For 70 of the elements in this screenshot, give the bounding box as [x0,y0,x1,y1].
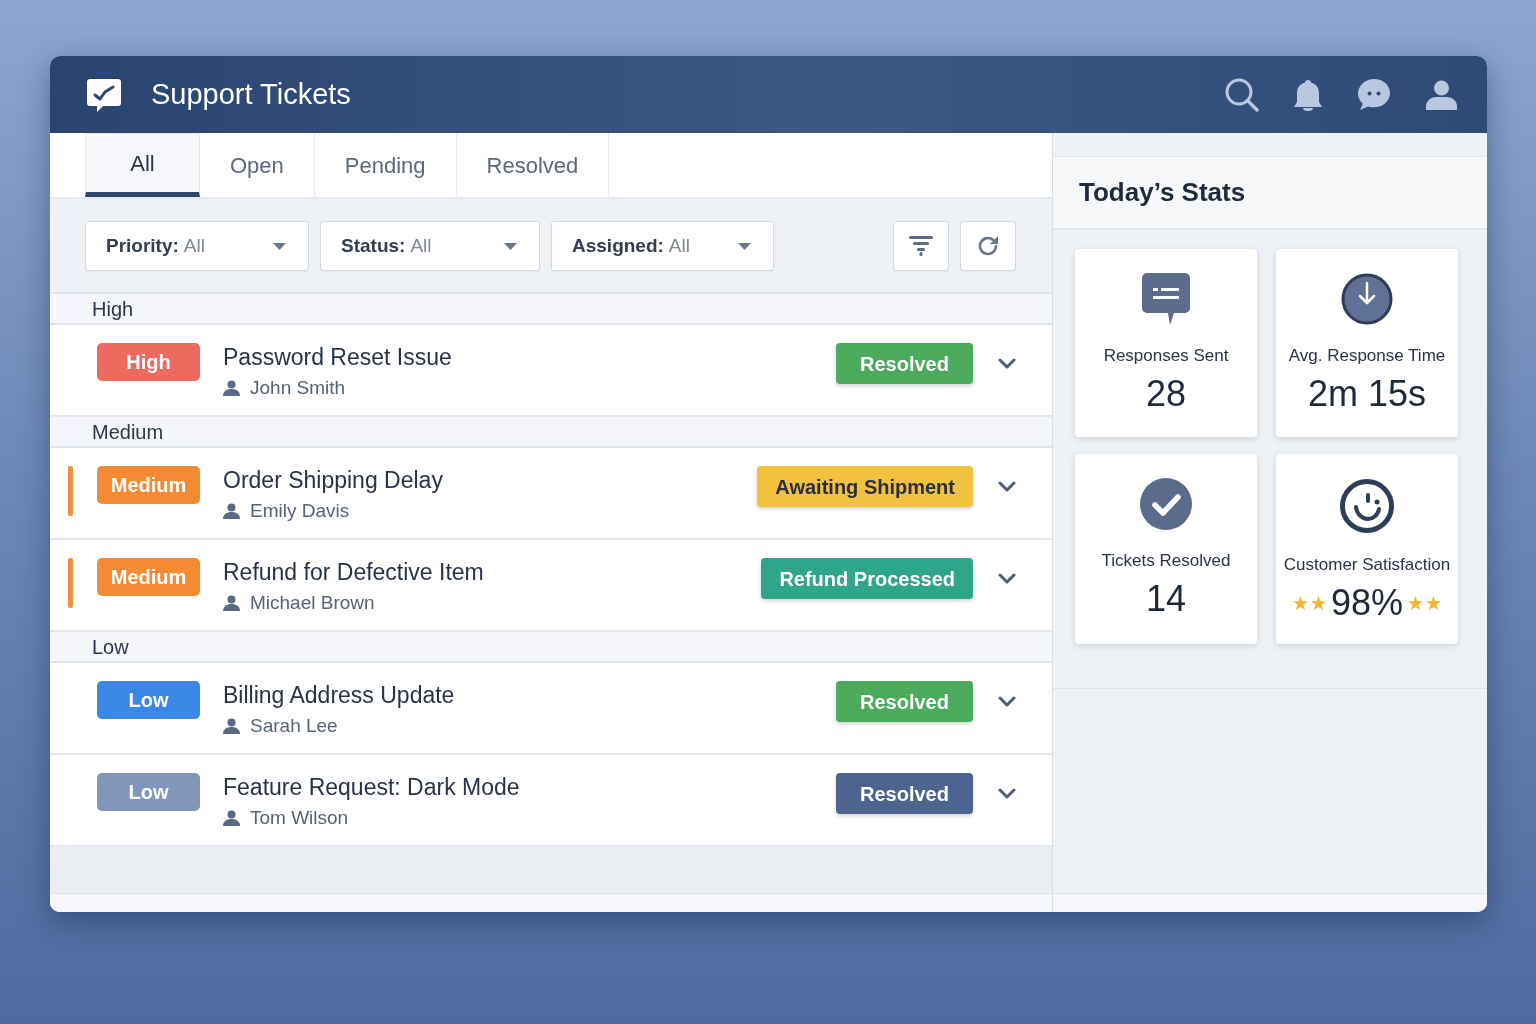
stat-value: 98% [1330,582,1404,624]
chevron-down-icon [998,696,1016,707]
stat-label: Responses Sent [1103,345,1229,367]
caret-down-icon [738,242,751,250]
user-icon[interactable] [1426,79,1457,110]
priority-tag: Low [97,773,200,811]
assignee-name: Michael Brown [250,591,375,614]
tab[interactable]: All [85,133,200,197]
star-icon [1292,596,1308,610]
group-label: High [92,297,134,321]
stats-title: Today’s Stats [1079,176,1246,209]
app-title: Support Tickets [151,76,351,112]
star-icon [1310,596,1326,610]
stat-value: 2m 15s [1307,373,1427,415]
chevron-down-icon [998,481,1016,492]
person-icon [223,594,240,611]
assignee-name: Tom Wilson [250,806,349,829]
person-icon [223,717,240,734]
priority-tag: Low [97,681,200,719]
priority-tag: High [97,343,200,381]
filter-dropdown[interactable]: Assigned: All [551,221,774,271]
search-icon[interactable] [1224,77,1259,112]
stat-label: Customer Satisfaction [1283,554,1451,576]
chat-check-icon [86,76,122,113]
chat-lines-icon [1142,273,1190,325]
status-tag: Refund Processed [761,558,973,599]
stat-label: Avg. Response Time [1288,345,1446,367]
ticket-title: Billing Address Update [223,681,455,709]
chat-icon[interactable] [1357,78,1391,111]
tab[interactable]: Open [200,133,315,197]
person-icon [223,502,240,519]
star-icon [1426,596,1442,610]
status-tag: Resolved [836,343,973,384]
tab[interactable]: Pending [314,133,457,197]
caret-down-icon [273,242,286,250]
ticket-title: Feature Request: Dark Mode [223,773,520,801]
refresh-icon [976,234,1000,258]
chevron-down-icon [998,788,1016,799]
smiley-icon [1339,478,1395,534]
stat-label: Tickets Resolved [1101,550,1231,572]
priority-tag: Medium [97,466,200,504]
stat-value: 14 [1145,578,1186,620]
status-tag: Resolved [836,773,973,814]
chevron-down-icon [998,358,1016,369]
assignee-name: Emily Davis [250,499,350,522]
person-icon [223,379,240,396]
person-icon [223,809,240,826]
chevron-down-icon [998,573,1016,584]
bell-icon[interactable] [1294,78,1322,111]
group-label: Low [92,635,129,659]
filter-icon [909,236,933,256]
star-icon [1408,596,1424,610]
tab[interactable]: Resolved [456,133,610,197]
ticket-title: Refund for Defective Item [223,558,484,586]
clock-icon [1341,273,1393,325]
ticket-title: Password Reset Issue [223,343,452,371]
filter-dropdown[interactable]: Priority: All [85,221,309,271]
ticket-title: Order Shipping Delay [223,466,443,494]
status-tag: Resolved [836,681,973,722]
assignee-name: John Smith [250,376,346,399]
group-label: Medium [92,420,164,444]
caret-down-icon [504,242,517,250]
refresh-button[interactable] [960,221,1016,271]
assignee-name: Sarah Lee [250,714,338,737]
filter-button[interactable] [893,221,949,271]
filter-dropdown[interactable]: Status: All [320,221,540,271]
stat-value: 28 [1145,373,1186,415]
priority-tag: Medium [97,558,200,596]
check-circle-icon [1140,478,1192,530]
status-tag: Awaiting Shipment [757,466,973,507]
